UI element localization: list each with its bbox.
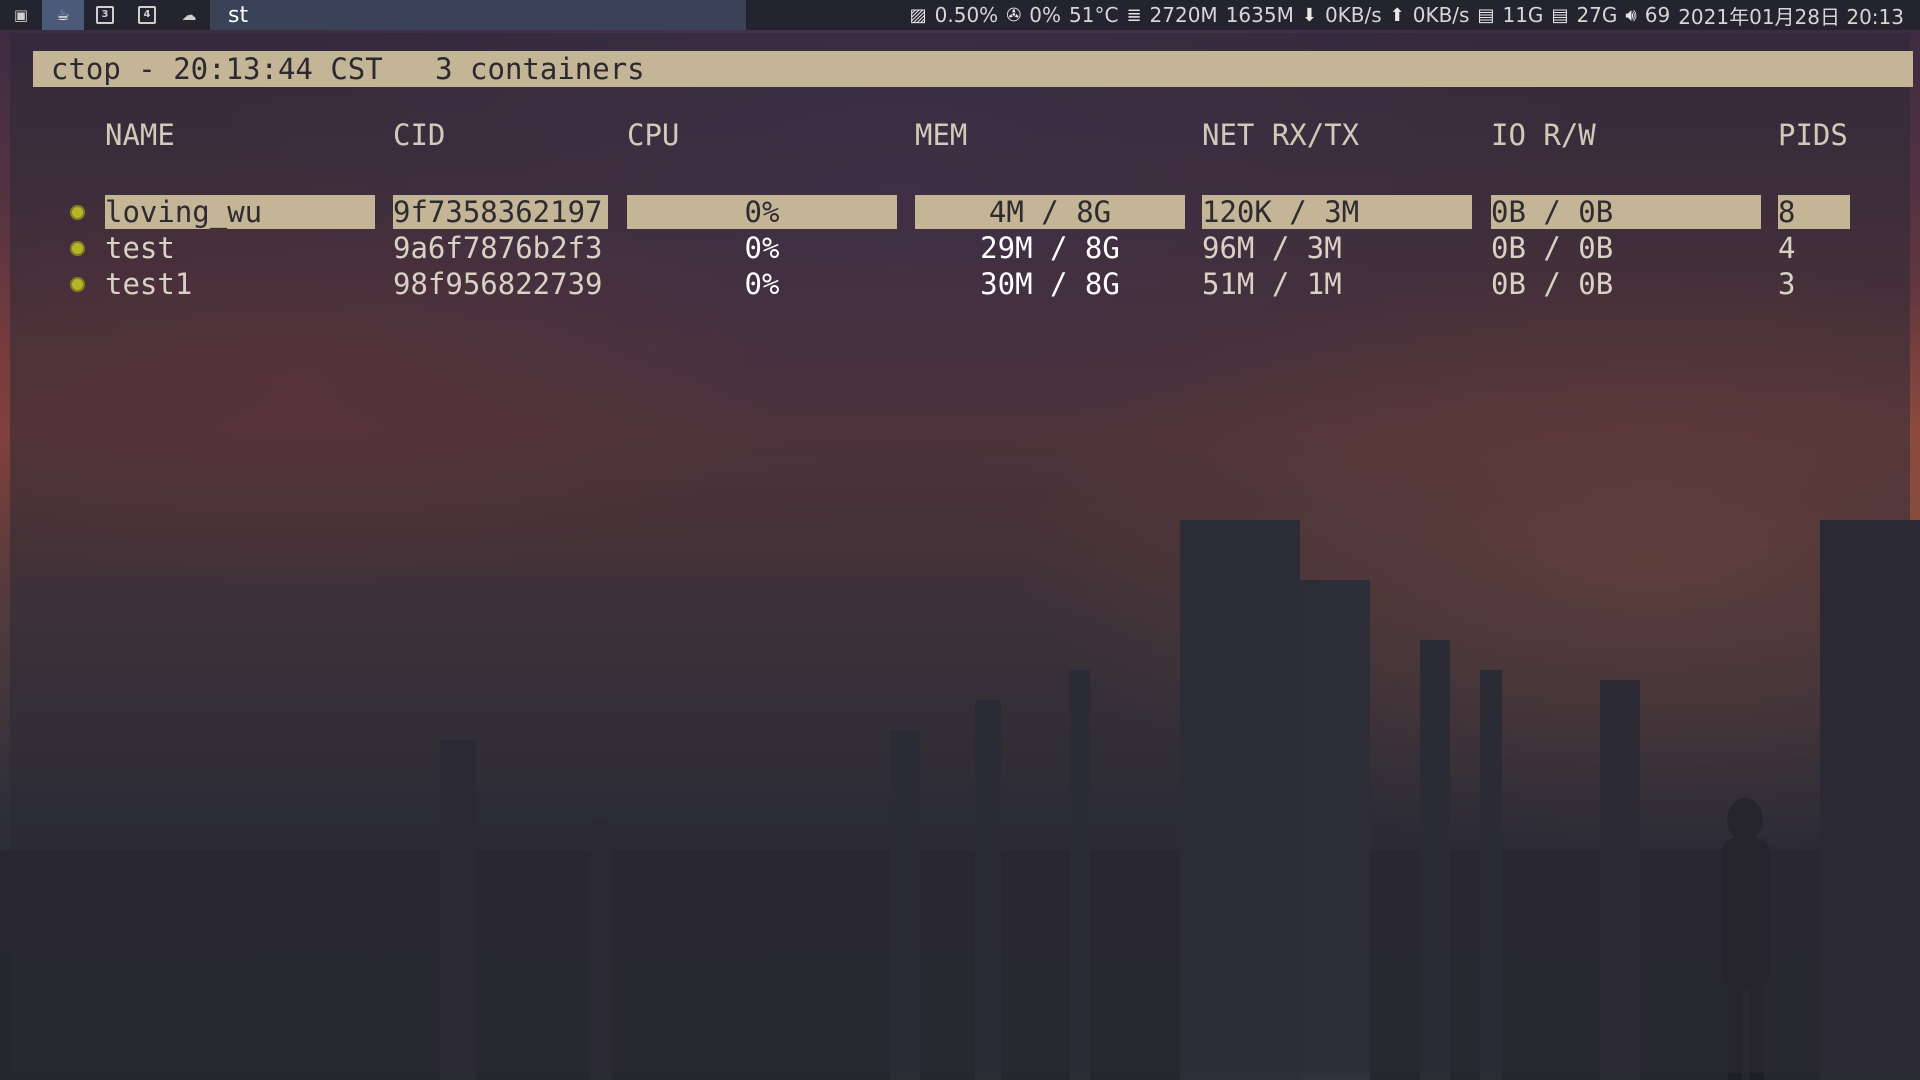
workspace-tag-5[interactable]: ☁ (168, 0, 210, 30)
terminal-icon: ▣ (13, 6, 29, 24)
column-net[interactable]: NET RX/TX (1202, 118, 1359, 152)
container-row[interactable]: test1 98f956822739 0% 30M / 8G 51M / 1M … (10, 267, 1910, 303)
column-io[interactable]: IO R/W (1491, 118, 1596, 152)
container-cid: 9a6f7876b2f3 (393, 231, 603, 265)
column-pids[interactable]: PIDS (1778, 118, 1848, 152)
cpu-chart-icon: ▨ (909, 4, 927, 26)
status-running-icon (70, 241, 85, 256)
column-name[interactable]: NAME (105, 118, 175, 152)
container-name: test1 (105, 267, 193, 301)
container-name: loving_wu (105, 195, 375, 229)
ctop-header: ctop - 20:13:44 CST 3 containers (33, 51, 1913, 87)
status-running-icon (70, 277, 85, 292)
disk-icon: ▤ (1477, 4, 1495, 26)
container-net: 51M / 1M (1202, 267, 1342, 301)
top-bar: ▣ ☕ 3 4 ☁ st ▨ 0.50% ✇ 0% 51°C ≣ 2720M 1… (0, 0, 1920, 30)
memory-used: 2720M (1149, 3, 1218, 27)
disk-2: 27G (1576, 3, 1618, 27)
container-mem: 4M / 8G (915, 195, 1185, 229)
upload-arrow-icon: ⬆ (1389, 4, 1405, 26)
column-mem[interactable]: MEM (915, 118, 967, 152)
terminal-window[interactable]: ctop - 20:13:44 CST 3 containers NAME CI… (10, 33, 1913, 1073)
container-pids: 8 (1778, 195, 1850, 229)
container-row[interactable]: loving_wu 9f7358362197 0% 4M / 8G 120K /… (10, 195, 1910, 231)
workspace-tags: ▣ ☕ 3 4 ☁ (0, 0, 210, 30)
container-cpu: 0% (627, 195, 897, 229)
volume-icon[interactable]: 🔊︎ (1625, 5, 1636, 26)
column-cpu[interactable]: CPU (627, 118, 679, 152)
disk-icon: ▤ (1551, 4, 1569, 26)
tag-4-icon: 4 (138, 6, 156, 24)
container-row[interactable]: test 9a6f7876b2f3 0% 29M / 8G 96M / 3M 0… (10, 231, 1910, 267)
tag-3-icon: 3 (96, 6, 114, 24)
workspace-tag-4[interactable]: 4 (126, 0, 168, 30)
container-name: test (105, 231, 175, 265)
fan-icon: ✇ (1006, 4, 1022, 26)
container-io: 0B / 0B (1491, 231, 1614, 265)
net-up: 0KB/s (1412, 3, 1470, 27)
status-area: ▨ 0.50% ✇ 0% 51°C ≣ 2720M 1635M ⬇ 0KB/s … (910, 1, 1920, 30)
fan-usage: 0% (1029, 3, 1062, 27)
window-title: st (210, 0, 746, 30)
column-cid[interactable]: CID (393, 118, 445, 152)
desktop: ▣ ☕ 3 4 ☁ st ▨ 0.50% ✇ 0% 51°C ≣ 2720M 1… (0, 0, 1920, 1080)
container-mem: 30M / 8G (980, 267, 1120, 301)
memory-icon: ≣ (1126, 4, 1142, 26)
container-pids: 4 (1778, 231, 1796, 265)
container-net: 120K / 3M (1202, 195, 1472, 229)
container-cpu: 0% (744, 231, 780, 265)
disk-1: 11G (1502, 3, 1544, 27)
container-io: 0B / 0B (1491, 267, 1614, 301)
cloud-icon: ☁ (181, 6, 197, 24)
container-cid: 98f956822739 (393, 267, 603, 301)
temperature: 51°C (1069, 3, 1119, 27)
column-headers: NAME CID CPU MEM NET RX/TX IO R/W PIDS (10, 118, 1910, 158)
container-net: 96M / 3M (1202, 231, 1342, 265)
container-io: 0B / 0B (1491, 195, 1761, 229)
coffee-icon: ☕ (56, 6, 70, 24)
status-running-icon (70, 205, 85, 220)
container-cid: 9f7358362197 (393, 195, 608, 229)
workspace-tag-3[interactable]: 3 (84, 0, 126, 30)
cpu-usage: 0.50% (934, 3, 999, 27)
volume-level: 69 (1644, 3, 1671, 27)
net-down: 0KB/s (1324, 3, 1382, 27)
container-cpu: 0% (744, 267, 780, 301)
memory-available: 1635M (1225, 3, 1294, 27)
workspace-tag-1[interactable]: ▣ (0, 0, 42, 30)
workspace-tag-2[interactable]: ☕ (42, 0, 84, 30)
container-pids: 3 (1778, 267, 1796, 301)
download-arrow-icon: ⬇ (1301, 4, 1317, 26)
clock: 2021年01月28日 20:13 (1678, 4, 1904, 29)
container-mem: 29M / 8G (980, 231, 1120, 265)
